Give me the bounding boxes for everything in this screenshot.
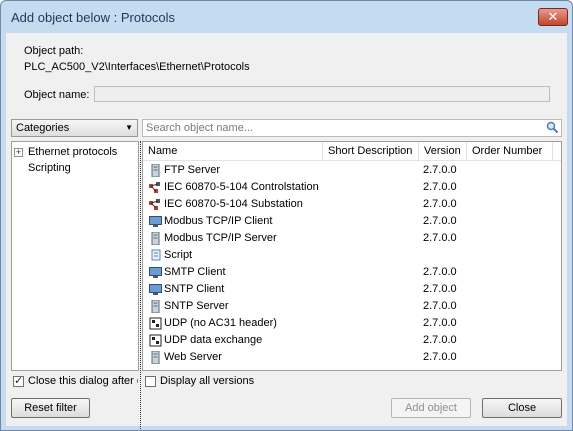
categories-dropdown-value: Categories	[16, 122, 70, 134]
row-version: 2.7.0.0	[423, 215, 457, 227]
row-name: UDP data exchange	[164, 334, 263, 346]
row-name: Web Server	[164, 351, 222, 363]
row-name: IEC 60870-5-104 Substation	[164, 198, 303, 210]
table-row[interactable]: SNTP Server 2.7.0.0	[143, 298, 561, 315]
table-row[interactable]: Script	[143, 247, 561, 264]
table-row[interactable]: Modbus TCP/IP Server 2.7.0.0	[143, 230, 561, 247]
reset-filter-button[interactable]: Reset filter	[11, 398, 90, 418]
add-object-dialog: Add object below : Protocols ✕ Object pa…	[0, 0, 573, 431]
row-name: SMTP Client	[164, 266, 226, 278]
row-name: Script	[164, 249, 193, 261]
table-row[interactable]: FTP Server 2.7.0.0	[143, 162, 561, 179]
table-row[interactable]: UDP data exchange 2.7.0.0	[143, 332, 561, 349]
row-version: 2.7.0.0	[423, 300, 457, 312]
row-name: Modbus TCP/IP Server	[164, 232, 277, 244]
row-name: FTP Server	[164, 164, 221, 176]
display-all-versions-checkbox[interactable]	[145, 376, 156, 387]
window-close-button[interactable]: ✕	[538, 8, 568, 26]
server-icon	[149, 350, 163, 365]
row-version: 2.7.0.0	[423, 351, 457, 363]
monitor-icon	[149, 283, 163, 296]
table-row[interactable]: SMTP Client 2.7.0.0	[143, 264, 561, 281]
object-name-field[interactable]	[94, 86, 550, 102]
row-version: 2.7.0.0	[423, 266, 457, 278]
row-version: 2.7.0.0	[423, 283, 457, 295]
categories-dropdown[interactable]: Categories ▼	[11, 119, 138, 137]
grid-header: Name Short Description Version Order Num…	[143, 142, 561, 161]
close-after-insert-checkbox[interactable]	[13, 374, 24, 387]
table-row[interactable]: Web Server 2.7.0.0	[143, 349, 561, 366]
row-version: 2.7.0.0	[423, 181, 457, 193]
table-row[interactable]: SNTP Client 2.7.0.0	[143, 281, 561, 298]
row-version: 2.7.0.0	[423, 232, 457, 244]
expand-plus-icon[interactable]: +	[14, 148, 23, 157]
row-name: SNTP Server	[164, 300, 229, 312]
monitor-icon	[149, 266, 163, 279]
column-header-order-number[interactable]: Order Number	[467, 142, 553, 161]
row-name: IEC 60870-5-104 Controlstation	[164, 181, 319, 193]
window-title: Add object below : Protocols	[11, 10, 176, 25]
object-path-value: PLC_AC500_V2\Interfaces\Ethernet\Protoco…	[24, 61, 250, 73]
udp-icon	[149, 317, 163, 330]
iec-network-icon	[149, 198, 163, 211]
row-version: 2.7.0.0	[423, 317, 457, 329]
udp-icon	[149, 334, 163, 347]
row-name: Modbus TCP/IP Client	[164, 215, 273, 227]
object-name-label: Object name:	[24, 89, 90, 101]
table-row[interactable]: UDP (no AC31 header) 2.7.0.0	[143, 315, 561, 332]
server-icon	[149, 299, 163, 314]
table-row[interactable]: IEC 60870-5-104 Substation 2.7.0.0	[143, 196, 561, 213]
row-name: UDP (no AC31 header)	[164, 317, 277, 329]
table-row[interactable]: Modbus TCP/IP Client 2.7.0.0	[143, 213, 561, 230]
close-button[interactable]: Close	[482, 398, 562, 418]
row-version: 2.7.0.0	[423, 164, 457, 176]
tree-node-scripting[interactable]: Scripting	[14, 161, 136, 175]
tree-node-label: Ethernet protocols	[28, 146, 118, 158]
script-icon	[149, 249, 163, 262]
server-icon	[149, 231, 163, 246]
close-after-insert-label: Close this dialog after ea	[28, 375, 138, 387]
row-name: SNTP Client	[164, 283, 225, 295]
dialog-body: Object path: PLC_AC500_V2\Interfaces\Eth…	[6, 33, 567, 429]
monitor-icon	[149, 215, 163, 228]
magnifier-icon[interactable]	[546, 121, 559, 137]
row-version: 2.7.0.0	[423, 334, 457, 346]
dropdown-arrow-icon: ▼	[125, 123, 133, 132]
tree-node-label: Scripting	[28, 162, 71, 174]
server-icon	[149, 163, 163, 178]
column-header-version[interactable]: Version	[419, 142, 467, 161]
row-version: 2.7.0.0	[423, 198, 457, 210]
search-input[interactable]	[146, 121, 536, 135]
search-box[interactable]	[142, 119, 562, 137]
table-row[interactable]: IEC 60870-5-104 Controlstation 2.7.0.0	[143, 179, 561, 196]
object-grid[interactable]: Name Short Description Version Order Num…	[142, 141, 562, 371]
display-all-versions-label: Display all versions	[160, 375, 255, 387]
tree-node-ethernet-protocols[interactable]: + Ethernet protocols	[14, 145, 136, 159]
object-path-label: Object path:	[24, 45, 84, 57]
title-bar[interactable]: Add object below : Protocols ✕	[1, 1, 572, 33]
column-header-short-description[interactable]: Short Description	[323, 142, 419, 161]
add-object-button[interactable]: Add object	[391, 398, 471, 418]
iec-network-icon	[149, 181, 163, 194]
column-header-name[interactable]: Name	[143, 142, 323, 161]
category-tree[interactable]: + Ethernet protocols Scripting	[11, 141, 139, 371]
